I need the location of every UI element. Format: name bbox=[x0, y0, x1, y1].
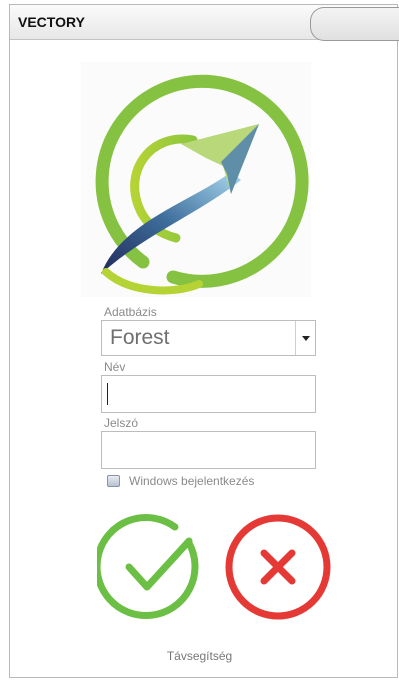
windows-login-label: Windows bejelentkezés bbox=[129, 474, 255, 488]
password-label: Jelszó bbox=[104, 416, 139, 430]
windows-login-option[interactable]: Windows bejelentkezés bbox=[107, 473, 254, 489]
windows-login-checkbox[interactable] bbox=[107, 475, 120, 487]
name-field[interactable] bbox=[101, 375, 316, 413]
logo-icon bbox=[95, 74, 309, 295]
password-field[interactable] bbox=[101, 431, 316, 469]
title-bar-tab[interactable] bbox=[310, 7, 399, 41]
confirm-button[interactable] bbox=[93, 513, 205, 621]
title-bar: VECTORY bbox=[10, 5, 399, 41]
check-icon bbox=[93, 514, 199, 619]
close-icon bbox=[225, 514, 331, 620]
remote-help-link[interactable]: Távsegítség bbox=[0, 649, 399, 663]
dropdown-button[interactable] bbox=[295, 321, 315, 355]
name-label: Név bbox=[104, 360, 126, 374]
text-caret bbox=[107, 383, 108, 405]
database-select[interactable]: Forest bbox=[101, 320, 316, 356]
database-label: Adatbázis bbox=[104, 305, 157, 319]
cancel-button[interactable] bbox=[224, 513, 332, 621]
app-title: VECTORY bbox=[18, 14, 85, 30]
chevron-down-icon bbox=[301, 335, 310, 341]
database-selected-value: Forest bbox=[110, 326, 170, 349]
vectory-logo bbox=[81, 62, 311, 297]
